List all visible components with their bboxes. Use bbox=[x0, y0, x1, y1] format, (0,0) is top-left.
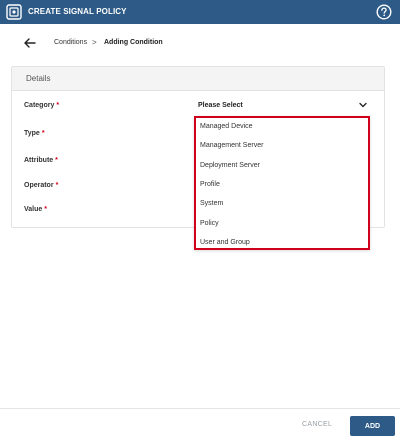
page-title: CREATE SIGNAL POLICY bbox=[28, 7, 127, 16]
required-marker: * bbox=[55, 182, 59, 189]
cancel-button[interactable]: CANCEL bbox=[302, 421, 332, 428]
category-dropdown-list: Managed Device Management Server Deploym… bbox=[194, 116, 370, 250]
arrow-left-icon[interactable] bbox=[24, 38, 36, 48]
type-label-text: Type bbox=[24, 130, 40, 137]
add-button[interactable]: ADD bbox=[350, 416, 395, 436]
breadcrumb: Conditions > Adding Condition bbox=[0, 24, 400, 62]
category-label: Category * bbox=[24, 102, 59, 109]
category-select-value: Please Select bbox=[198, 102, 243, 109]
add-button-label: ADD bbox=[364, 422, 381, 430]
required-marker: * bbox=[55, 157, 58, 164]
operator-label-text: Operator bbox=[24, 182, 54, 189]
breadcrumb-current: Adding Condition bbox=[104, 39, 163, 46]
details-title: Details bbox=[26, 74, 51, 83]
dropdown-option-profile[interactable]: Profile bbox=[200, 181, 220, 188]
breadcrumb-separator: > bbox=[92, 38, 97, 47]
attribute-label: Attribute * bbox=[24, 157, 58, 164]
attribute-label-text: Attribute bbox=[24, 157, 54, 164]
required-marker: * bbox=[56, 102, 60, 109]
dropdown-option-managed-device[interactable]: Managed Device bbox=[200, 123, 253, 130]
required-marker: * bbox=[44, 206, 48, 213]
value-label: Value * bbox=[24, 206, 47, 213]
chevron-down-icon bbox=[359, 102, 367, 108]
footer-bar: CANCEL ADD bbox=[0, 408, 400, 442]
type-label: Type * bbox=[24, 130, 45, 137]
dropdown-option-management-server[interactable]: Management Server bbox=[200, 142, 263, 149]
dropdown-option-policy[interactable]: Policy bbox=[200, 220, 219, 227]
value-label-text: Value bbox=[24, 206, 43, 213]
dropdown-option-system[interactable]: System bbox=[200, 200, 223, 207]
dropdown-option-user-and-group[interactable]: User and Group bbox=[200, 239, 250, 246]
required-marker: * bbox=[41, 130, 45, 137]
app-logo-icon bbox=[6, 4, 22, 20]
dropdown-option-deployment-server[interactable]: Deployment Server bbox=[200, 162, 260, 169]
category-label-text: Category bbox=[24, 102, 55, 109]
help-circle-icon[interactable] bbox=[376, 4, 392, 20]
category-select[interactable]: Please Select bbox=[193, 97, 371, 115]
operator-label: Operator * bbox=[24, 182, 58, 189]
breadcrumb-conditions-link[interactable]: Conditions bbox=[54, 39, 87, 46]
app-header: CREATE SIGNAL POLICY bbox=[0, 0, 400, 24]
details-header: Details bbox=[12, 67, 384, 91]
